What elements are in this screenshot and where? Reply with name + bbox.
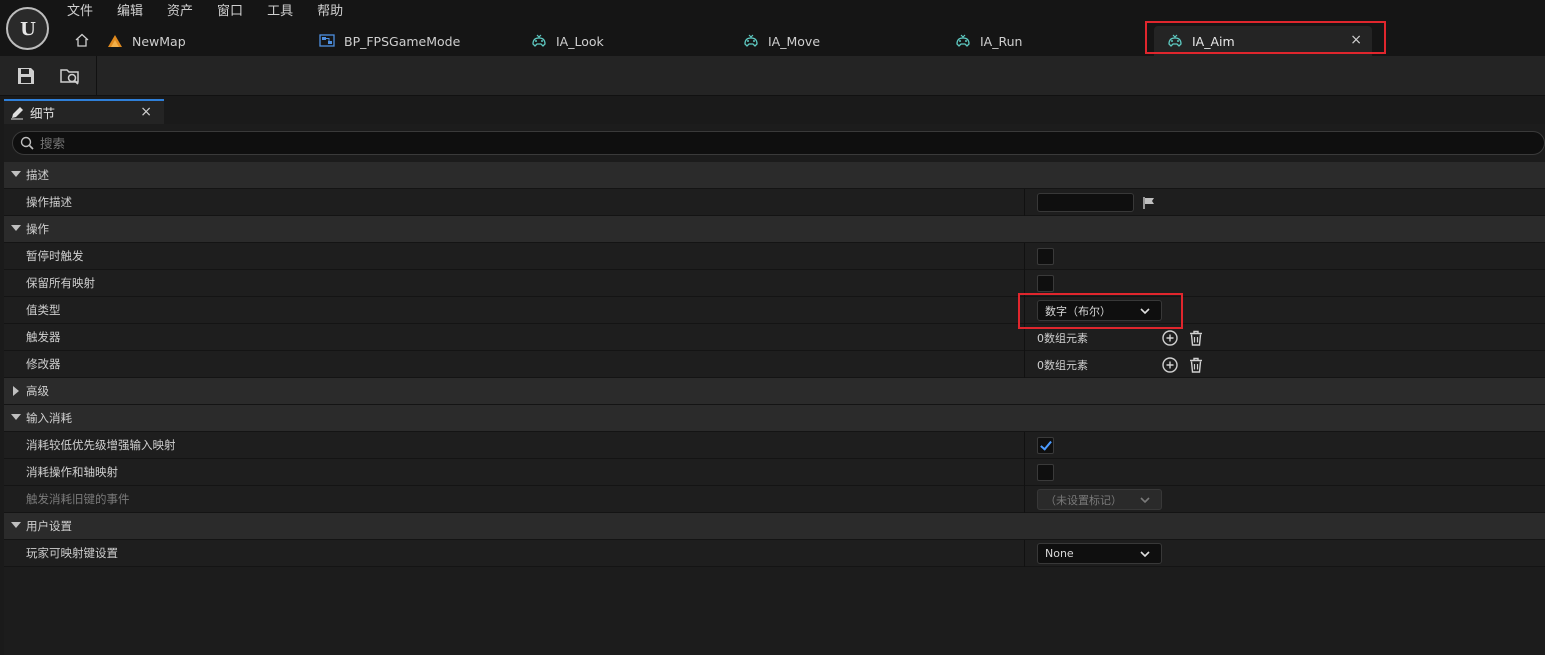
category-action[interactable]: 操作: [4, 216, 1545, 243]
array-count: 0数组元素: [1037, 331, 1088, 345]
property-label: 值类型: [26, 303, 61, 317]
search-box[interactable]: [12, 131, 1545, 155]
tab-ia-look[interactable]: IA_Look: [530, 26, 604, 56]
close-icon[interactable]: ×: [140, 104, 152, 120]
dropdown-value: （未设置标记）: [1045, 493, 1122, 507]
property-player-mappable-key-settings: 玩家可映射键设置 None: [4, 540, 1545, 567]
collapse-arrow-icon[interactable]: [11, 225, 21, 231]
highlight-box-value-type: [1018, 293, 1183, 329]
search-input[interactable]: [40, 135, 340, 151]
tab-ia-run[interactable]: IA_Run: [954, 26, 1022, 56]
add-element-icon[interactable]: [1161, 329, 1179, 347]
array-count: 0数组元素: [1037, 358, 1088, 372]
player-mappable-dropdown[interactable]: None: [1037, 543, 1162, 564]
search-icon: [20, 136, 34, 150]
category-label: 描述: [26, 168, 49, 182]
property-label: 消耗较低优先级增强输入映射: [26, 438, 176, 452]
category-description[interactable]: 描述: [4, 162, 1545, 189]
menu-tools[interactable]: 工具: [255, 2, 305, 22]
save-icon[interactable]: [14, 64, 38, 88]
chevron-down-icon: [1140, 551, 1150, 558]
collapse-arrow-icon[interactable]: [11, 171, 21, 177]
trigger-when-paused-checkbox[interactable]: [1037, 248, 1054, 265]
unreal-logo-icon[interactable]: U: [6, 7, 49, 50]
menu-help[interactable]: 帮助: [305, 2, 355, 22]
tab-label: IA_Move: [768, 33, 821, 49]
property-label: 操作描述: [26, 195, 72, 209]
category-advanced[interactable]: 高级: [4, 378, 1545, 405]
category-input-consumption[interactable]: 输入消耗: [4, 405, 1545, 432]
category-label: 用户设置: [26, 519, 72, 533]
tab-ia-move[interactable]: IA_Move: [742, 26, 820, 56]
tab-label: IA_Run: [980, 33, 1023, 49]
property-consume-action-axis: 消耗操作和轴映射: [4, 459, 1545, 486]
chevron-down-icon: [1140, 497, 1150, 504]
tab-bp-fpsgamemode[interactable]: BP_FPSGameMode: [318, 26, 460, 56]
pencil-icon: [11, 106, 23, 119]
consume-lower-priority-checkbox[interactable]: [1037, 437, 1054, 454]
category-user-settings[interactable]: 用户设置: [4, 513, 1545, 540]
category-label: 输入消耗: [26, 411, 72, 425]
details-panel: 描述 操作描述 操作 暂停时触发 保留所有映射 值类型: [4, 124, 1545, 655]
property-action-description: 操作描述: [4, 189, 1545, 216]
property-label: 触发器: [26, 330, 61, 344]
asset-toolbar: [0, 56, 1545, 96]
property-modifiers: 修改器 0数组元素: [4, 351, 1545, 378]
property-reserve-all-mappings: 保留所有映射: [4, 270, 1545, 297]
property-label: 修改器: [26, 357, 61, 371]
menu-file[interactable]: 文件: [55, 2, 105, 22]
property-trigger-legacy-key-events: 触发消耗旧键的事件 （未设置标记）: [4, 486, 1545, 513]
highlight-box-active-tab: [1145, 21, 1386, 54]
trash-icon[interactable]: [1187, 329, 1205, 347]
property-list: 描述 操作描述 操作 暂停时触发 保留所有映射 值类型 数字（布尔） 触发器 0…: [4, 162, 1545, 567]
property-label: 暂停时触发: [26, 249, 84, 263]
dropdown-value: None: [1045, 547, 1074, 560]
reserve-all-mappings-checkbox[interactable]: [1037, 275, 1054, 292]
collapse-arrow-icon[interactable]: [11, 522, 21, 528]
property-label: 玩家可映射键设置: [26, 546, 118, 560]
collapse-arrow-icon[interactable]: [11, 414, 21, 420]
menu-edit[interactable]: 编辑: [105, 2, 155, 22]
svg-text:U: U: [20, 19, 36, 40]
property-label: 触发消耗旧键的事件: [26, 492, 130, 506]
input-action-icon: [956, 34, 970, 47]
level-map-icon: [108, 35, 122, 47]
menu-asset[interactable]: 资产: [155, 2, 205, 22]
property-triggers: 触发器 0数组元素: [4, 324, 1545, 351]
expand-arrow-icon[interactable]: [13, 386, 19, 396]
home-icon[interactable]: [74, 32, 90, 48]
tab-label: NewMap: [132, 33, 186, 49]
menu-window[interactable]: 窗口: [205, 2, 255, 22]
category-label: 操作: [26, 222, 49, 236]
input-action-icon: [744, 34, 758, 47]
details-panel-title: 细节: [30, 106, 56, 121]
property-trigger-when-paused: 暂停时触发: [4, 243, 1545, 270]
consume-action-axis-checkbox[interactable]: [1037, 464, 1054, 481]
property-consume-lower-priority: 消耗较低优先级增强输入映射: [4, 432, 1545, 459]
blueprint-icon: [319, 34, 335, 47]
category-label: 高级: [26, 384, 49, 398]
property-value-type: 值类型 数字（布尔）: [4, 297, 1545, 324]
tag-dropdown: （未设置标记）: [1037, 489, 1162, 510]
trash-icon[interactable]: [1187, 356, 1205, 374]
toolbar-divider: [96, 56, 97, 96]
tab-label: IA_Look: [556, 33, 604, 49]
details-panel-tab[interactable]: 细节 ×: [4, 99, 164, 124]
tab-newmap[interactable]: NewMap: [106, 26, 186, 56]
property-label: 保留所有映射: [26, 276, 95, 290]
add-element-icon[interactable]: [1161, 356, 1179, 374]
main-menu: 文件 编辑 资产 窗口 工具 帮助: [55, 2, 355, 22]
browse-asset-icon[interactable]: [58, 64, 82, 88]
flag-icon[interactable]: [1142, 196, 1156, 210]
input-action-icon: [532, 34, 546, 47]
tab-label: BP_FPSGameMode: [344, 33, 461, 49]
property-label: 消耗操作和轴映射: [26, 465, 118, 479]
action-description-input[interactable]: [1037, 193, 1134, 212]
